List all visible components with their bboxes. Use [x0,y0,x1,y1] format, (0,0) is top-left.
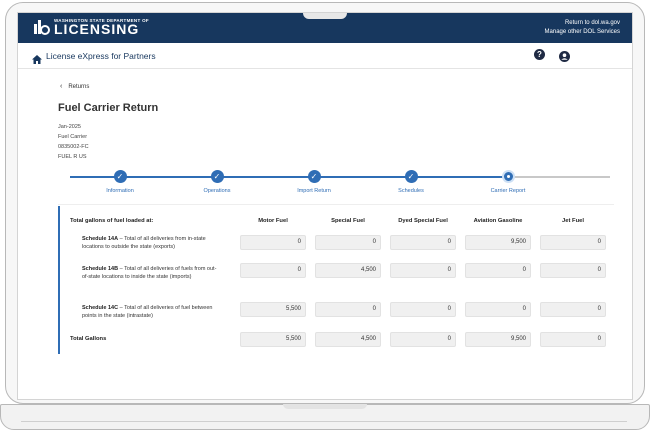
total-cell: 5,500 [240,332,306,347]
column-header: Special Fuel [331,218,365,224]
step-operations[interactable]: ✓ Operations [177,170,257,194]
row-label-schedule-14b: Schedule 14B – Total of all deliveries o… [82,266,217,280]
total-gallons-label: Total Gallons [70,336,107,342]
return-meta: Jan-2025 Fuel Carrier 0835002-FC FUEL R … [58,122,89,162]
app-bar: License eXpress for Partners ? [18,43,632,69]
value-cell[interactable]: 0 [390,263,456,278]
total-cell: 0 [390,332,456,347]
check-icon: ✓ [113,170,127,183]
value-cell[interactable]: 5,500 [240,302,306,317]
home-icon[interactable] [32,51,42,69]
meta-license-type: Fuel Carrier [58,134,88,140]
row-label-schedule-14a: Schedule 14A – Total of all deliveries f… [82,236,206,250]
column-header: Jet Fuel [562,218,584,224]
value-cell[interactable]: 0 [390,235,456,250]
table-heading: Total gallons of fuel loaded at: [70,218,154,224]
screen: WASHINGTON STATE DEPARTMENT OF LICENSING… [17,12,633,400]
check-icon: ✓ [307,170,321,183]
user-account-icon[interactable] [559,49,570,67]
value-cell[interactable]: 0 [315,235,381,250]
column-header: Motor Fuel [258,218,288,224]
page-title: Fuel Carrier Return [58,102,159,114]
progress-stepper: ✓ Information ✓ Operations ✓ Import Retu… [58,170,614,200]
help-icon[interactable]: ? [534,49,545,60]
value-cell[interactable]: 9,500 [465,235,531,250]
step-carrier-report[interactable]: Carrier Report [468,170,548,194]
row-label-schedule-14c: Schedule 14C – Total of all deliveries o… [82,305,213,319]
total-cell: 4,500 [315,332,381,347]
column-header: Dyed Special Fuel [398,218,448,224]
check-icon: ✓ [404,170,418,183]
meta-period: Jan-2025 [58,124,81,130]
value-cell[interactable]: 0 [240,235,306,250]
value-cell[interactable]: 0 [390,302,456,317]
total-cell: 0 [540,332,606,347]
chevron-left-icon: ‹ [60,83,63,90]
dol-logo[interactable]: WASHINGTON STATE DEPARTMENT OF LICENSING [32,18,149,36]
back-to-returns-link[interactable]: ‹ Returns [60,83,89,90]
camera-notch [303,13,347,19]
check-icon: ✓ [210,170,224,183]
current-step-icon [501,170,515,183]
value-cell[interactable]: 0 [540,302,606,317]
meta-license-number: 0835002-FC [58,144,89,150]
manage-services-link[interactable]: Manage other DOL Services [545,28,620,37]
washington-logo-icon [32,18,50,36]
step-information[interactable]: ✓ Information [80,170,160,194]
step-import-return[interactable]: ✓ Import Return [274,170,354,194]
value-cell[interactable]: 0 [540,235,606,250]
laptop-hinge [283,404,367,409]
value-cell[interactable]: 0 [315,302,381,317]
back-label: Returns [68,84,90,90]
column-header: Aviation Gasoline [473,218,523,224]
laptop-frame: WASHINGTON STATE DEPARTMENT OF LICENSING… [5,2,645,404]
brand-title: LICENSING [54,21,140,37]
total-cell: 9,500 [465,332,531,347]
value-cell[interactable]: 0 [540,263,606,278]
return-dol-link[interactable]: Return to dol.wa.gov [545,19,620,28]
value-cell[interactable]: 0 [465,263,531,278]
divider [58,204,614,205]
value-cell[interactable]: 0 [240,263,306,278]
app-title[interactable]: License eXpress for Partners [46,51,156,61]
value-cell[interactable]: 0 [465,302,531,317]
meta-business-name: FUEL R US [58,154,87,160]
fuel-gallons-table: Total gallons of fuel loaded at: Motor F… [58,206,614,354]
value-cell[interactable]: 4,500 [315,263,381,278]
step-schedules[interactable]: ✓ Schedules [371,170,451,194]
